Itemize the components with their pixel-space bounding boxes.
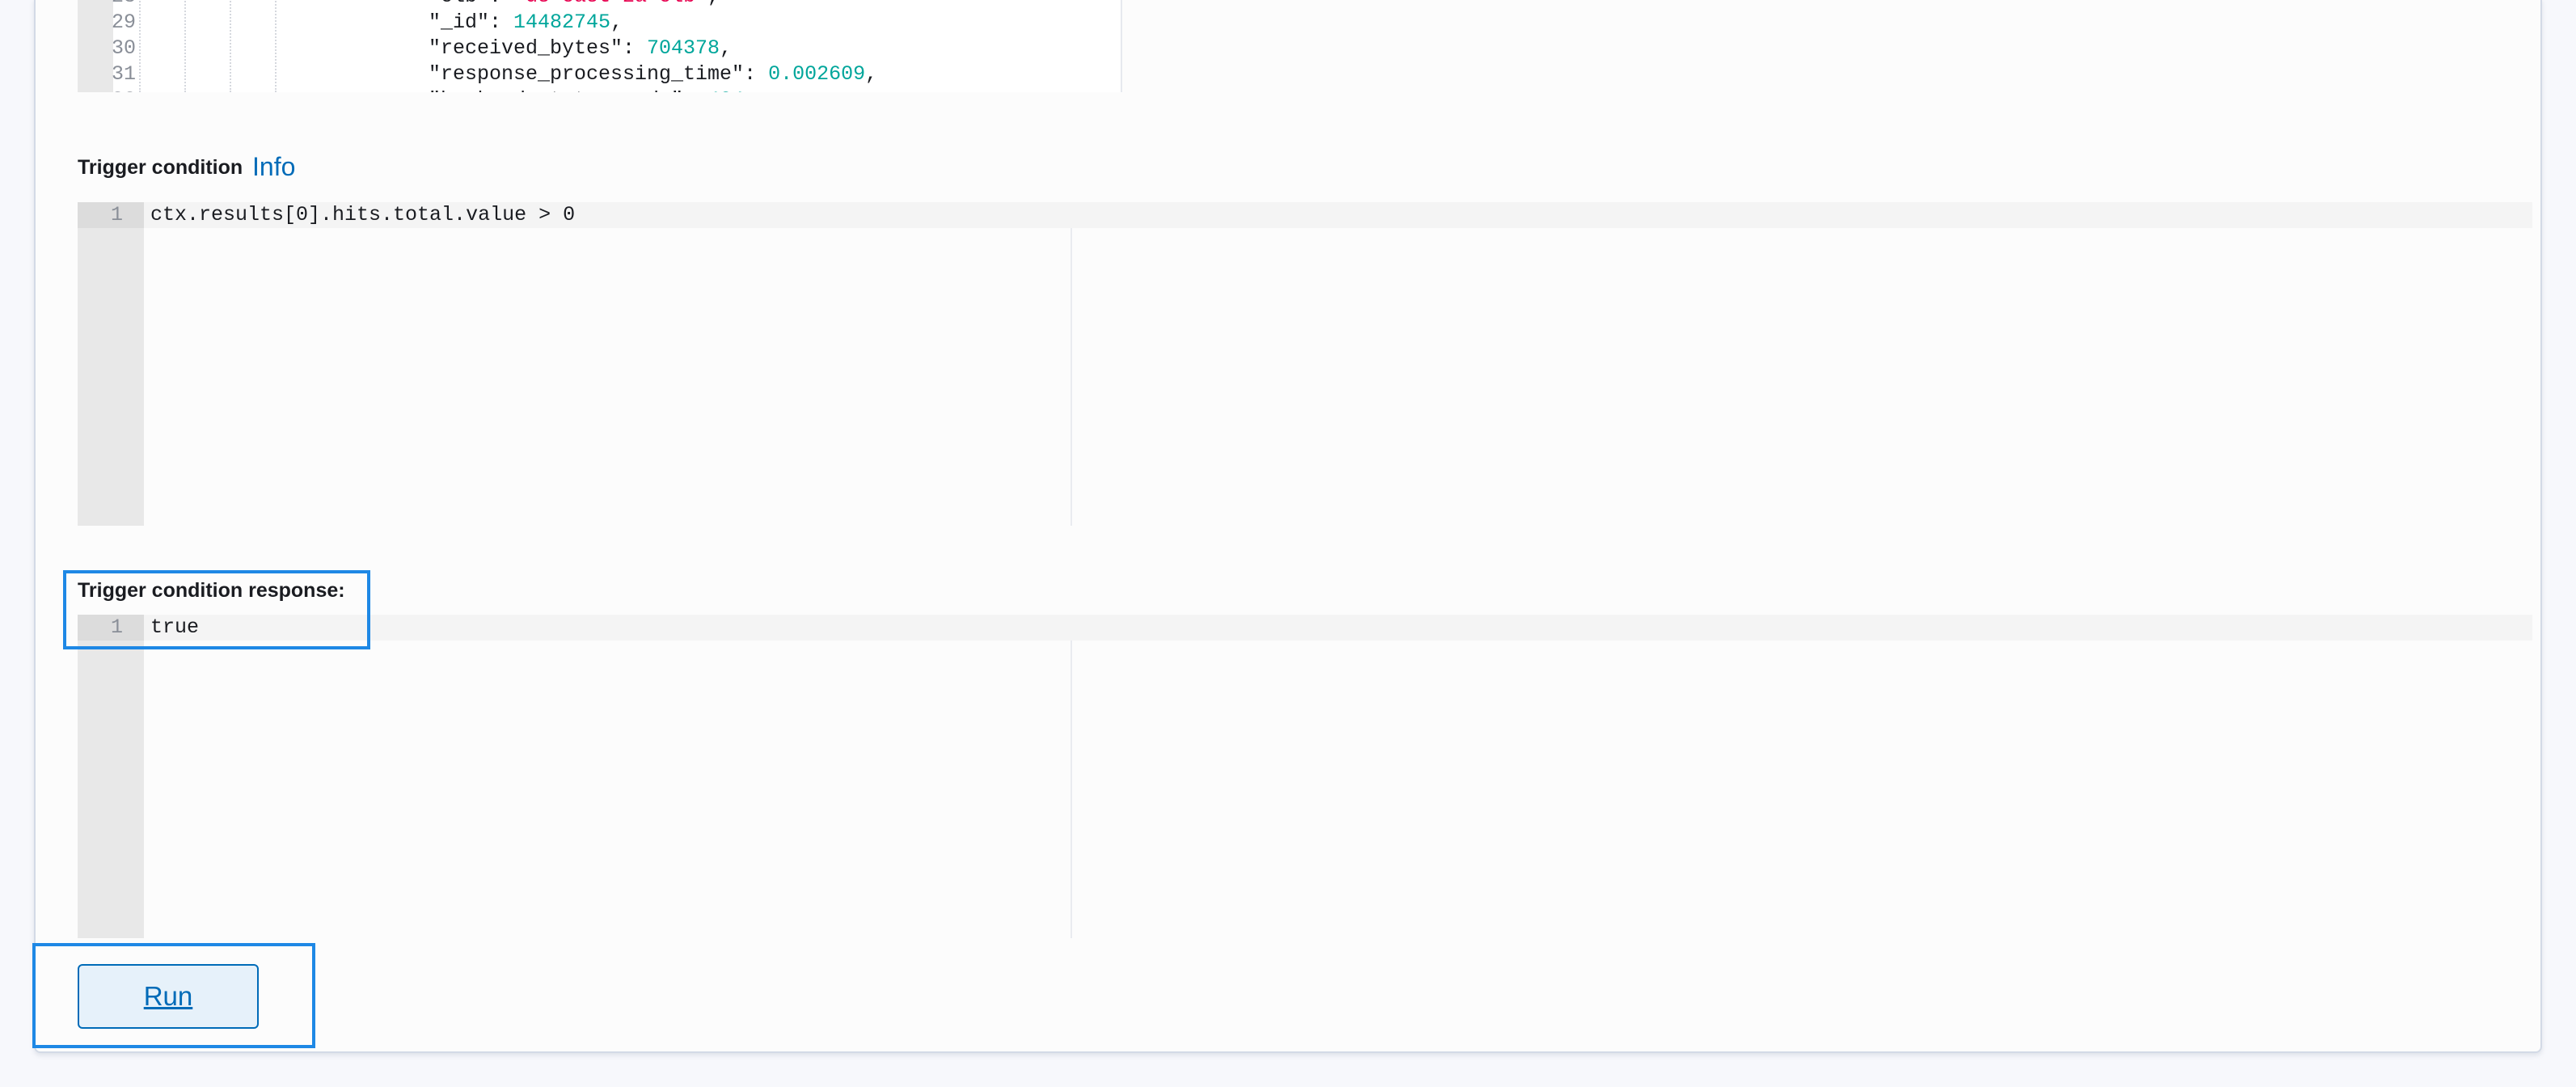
extraction-response-line-numbers: 2829303132 bbox=[78, 0, 155, 92]
code-token: 404 bbox=[707, 88, 744, 92]
trigger-condition-line-number: 1 bbox=[110, 203, 123, 226]
trigger-condition-editor[interactable]: 1 ctx.results[0].hits.total.value > 0 bbox=[78, 202, 2532, 526]
code-token: "backend_status_code": bbox=[429, 88, 707, 92]
code-token: , bbox=[865, 62, 878, 86]
extraction-line-number: 31 bbox=[111, 62, 136, 86]
code-token: "_id": bbox=[429, 11, 514, 34]
code-token: , bbox=[720, 36, 733, 60]
extraction-code-line: "elb": "us-east-2a-elb", bbox=[429, 0, 1121, 10]
code-token: "us-east-2a-elb" bbox=[513, 0, 707, 8]
trigger-condition-code[interactable]: ctx.results[0].hits.total.value > 0 bbox=[150, 202, 575, 228]
trigger-condition-info-link[interactable]: Info bbox=[252, 152, 295, 182]
code-token: "response_processing_time": bbox=[429, 62, 769, 86]
extraction-line-number: 32 bbox=[78, 87, 136, 92]
extraction-line-number: 29 bbox=[111, 11, 136, 34]
code-token: "elb": bbox=[429, 0, 513, 8]
trigger-response-print-margin bbox=[1071, 641, 1072, 938]
code-token: 0.002609 bbox=[768, 62, 866, 86]
code-token: , bbox=[610, 11, 623, 34]
code-token: "received_bytes": bbox=[429, 36, 648, 60]
extraction-response-editor[interactable]: "elb": "us-east-2a-elb","_id": 14482745,… bbox=[113, 0, 1122, 92]
code-token: 704378 bbox=[647, 36, 720, 60]
extraction-code-line: "received_bytes": 704378, bbox=[429, 36, 1121, 61]
trigger-response-editor[interactable]: 1 true bbox=[78, 615, 2532, 938]
extraction-code-line: "_id": 14482745, bbox=[429, 10, 1121, 36]
code-token: , bbox=[707, 0, 720, 8]
trigger-response-gutter bbox=[78, 615, 144, 938]
trigger-response-active-line bbox=[78, 615, 2532, 641]
run-button[interactable]: Run bbox=[78, 964, 259, 1029]
trigger-panel: "elb": "us-east-2a-elb","_id": 14482745,… bbox=[34, 0, 2542, 1053]
extraction-line-number: 28 bbox=[78, 0, 136, 10]
extraction-code-line: "response_processing_time": 0.002609, bbox=[429, 61, 1121, 87]
extraction-code-line: "backend_status_code": 404, bbox=[429, 87, 1121, 92]
extraction-line-number: 30 bbox=[111, 36, 136, 60]
trigger-condition-print-margin bbox=[1071, 228, 1072, 526]
code-token: , bbox=[744, 88, 756, 92]
trigger-response-highlight bbox=[63, 570, 370, 649]
trigger-condition-gutter bbox=[78, 202, 144, 526]
trigger-condition-title: Trigger condition bbox=[78, 156, 243, 179]
code-token: 14482745 bbox=[513, 11, 611, 34]
